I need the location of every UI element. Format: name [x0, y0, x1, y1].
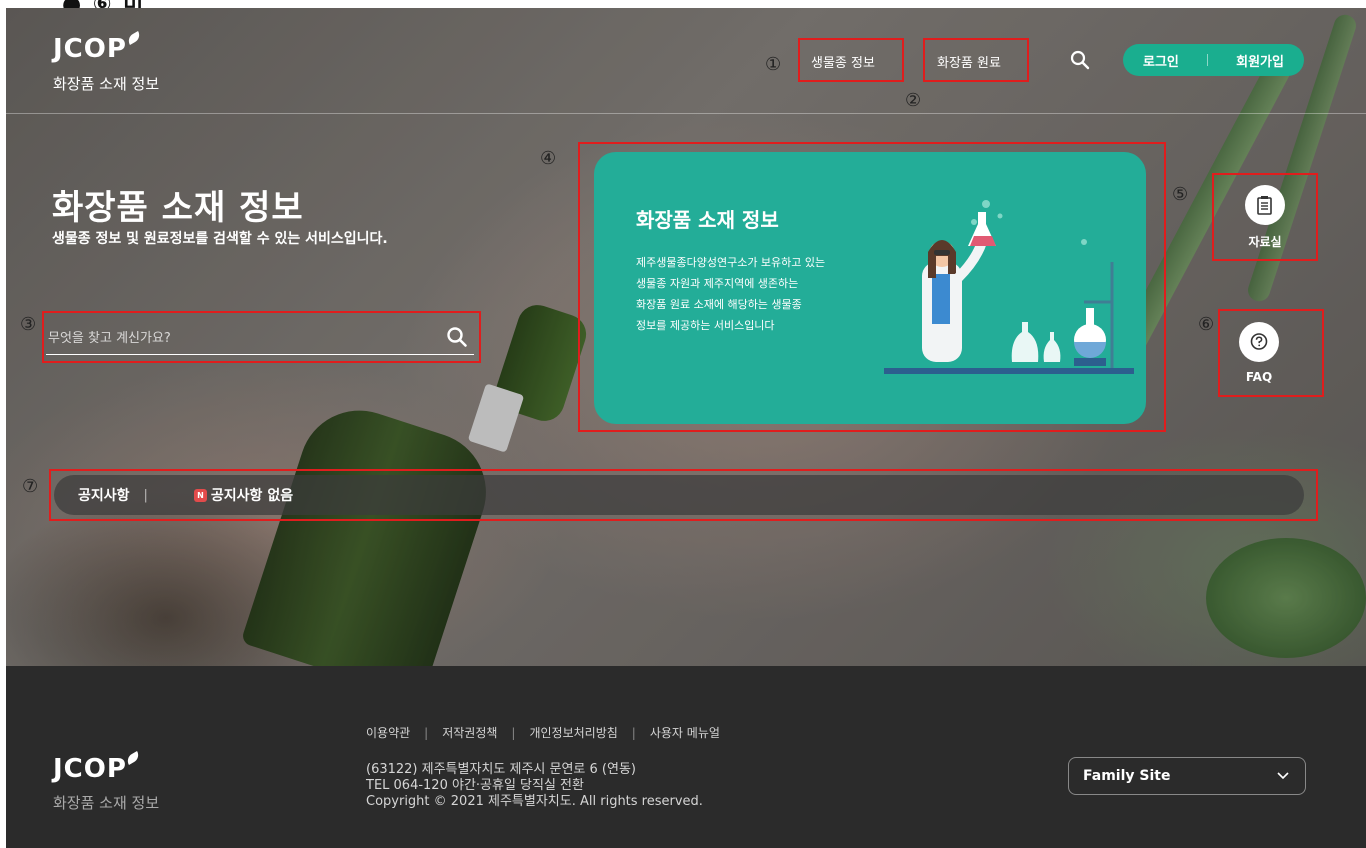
nav-species-info[interactable]: 생물종 정보 [811, 52, 875, 71]
login-button[interactable]: 로그인 [1143, 51, 1179, 70]
signup-button[interactable]: 회원가입 [1236, 51, 1284, 70]
document-icon [1257, 196, 1272, 215]
notice-title[interactable]: 공지사항 [78, 485, 130, 505]
footer-copyright: Copyright © 2021 제주특별자치도. All rights res… [366, 794, 703, 809]
new-badge-icon: N [193, 488, 207, 502]
search-submit-button[interactable] [446, 326, 468, 348]
archive-button[interactable]: 자료실 [1220, 185, 1310, 250]
archive-circle [1245, 185, 1285, 225]
hero-title: 화장품 소재 정보 [52, 188, 304, 228]
info-card[interactable]: 화장품 소재 정보 제주생물종다양성연구소가 보유하고 있는 생물종 자원과 제… [594, 152, 1146, 424]
footer-link-terms[interactable]: 이용약관 [366, 724, 410, 741]
page: ● ⑥ 미 JCOP 화장품 소재 정보 ① 생물종 정보 화장품 원료 ② 로… [0, 0, 1366, 848]
search-underline [46, 354, 474, 355]
chevron-down-icon [1277, 772, 1289, 780]
notice-item[interactable]: 공지사항 없음 [211, 485, 293, 505]
annotation-marker-7: ⑦ [22, 476, 39, 497]
footer-link-divider: | [631, 725, 636, 740]
annotation-marker-4: ④ [540, 148, 557, 169]
help-bubble-icon [1250, 333, 1268, 350]
nav-cosmetic-ingredients[interactable]: 화장품 원료 [937, 52, 1001, 71]
footer-link-copyright[interactable]: 저작권정책 [442, 724, 497, 741]
footer-link-manual[interactable]: 사용자 메뉴얼 [650, 724, 720, 741]
family-site-label: Family Site [1083, 768, 1171, 784]
auth-buttons: 로그인 회원가입 [1123, 44, 1304, 76]
faq-label: FAQ [1245, 370, 1273, 384]
hero-search [46, 318, 474, 358]
top-crop-strip: ● ⑥ 미 [0, 0, 1366, 8]
site-logo[interactable]: JCOP [53, 34, 127, 64]
faq-circle [1239, 322, 1279, 362]
site-logo-subtitle: 화장품 소재 정보 [53, 75, 160, 93]
search-icon [447, 327, 467, 347]
annotation-marker-1: ① [765, 54, 782, 75]
hero-subtitle: 생물종 정보 및 원료정보를 검색할 수 있는 서비스입니다. [52, 231, 388, 247]
annotation-marker-2: ② [905, 90, 922, 111]
notice-divider: | [143, 487, 148, 503]
card-title: 화장품 소재 정보 [636, 208, 779, 232]
header-divider [6, 113, 1366, 114]
footer-link-privacy[interactable]: 개인정보처리방침 [529, 724, 617, 741]
footer-logo-subtitle: 화장품 소재 정보 [53, 794, 160, 812]
search-input[interactable] [48, 326, 428, 350]
search-icon [1070, 50, 1090, 70]
footer-address-block: (63122) 제주특별자치도 제주시 문연로 6 (연동) TEL 064-1… [366, 762, 703, 810]
auth-divider [1207, 54, 1209, 66]
annotation-marker-5: ⑤ [1172, 184, 1189, 205]
faq-button[interactable]: FAQ [1214, 322, 1304, 384]
annotation-marker-6: ⑥ [1198, 314, 1215, 335]
notice-bar: 공지사항 | N 공지사항 없음 [54, 475, 1304, 515]
archive-label: 자료실 [1248, 235, 1282, 249]
footer-links: 이용약관 | 저작권정책 | 개인정보처리방침 | 사용자 메뉴얼 [366, 724, 720, 741]
footer-logo: JCOP [53, 754, 127, 784]
annotation-marker-3: ③ [20, 314, 37, 335]
footer-logo-leaf-icon [124, 751, 142, 765]
header-search-button[interactable] [1070, 50, 1090, 70]
footer-link-divider: | [511, 725, 516, 740]
footer-link-divider: | [424, 725, 429, 740]
family-site-select[interactable]: Family Site [1068, 757, 1306, 795]
cropped-heading: ● ⑥ 미 [62, 0, 145, 8]
footer-tel: TEL 064-120 야간·공휴일 당직실 전환 [366, 778, 584, 793]
scientist-illustration [884, 200, 1134, 374]
footer-address: (63122) 제주특별자치도 제주시 문연로 6 (연동) [366, 762, 636, 777]
